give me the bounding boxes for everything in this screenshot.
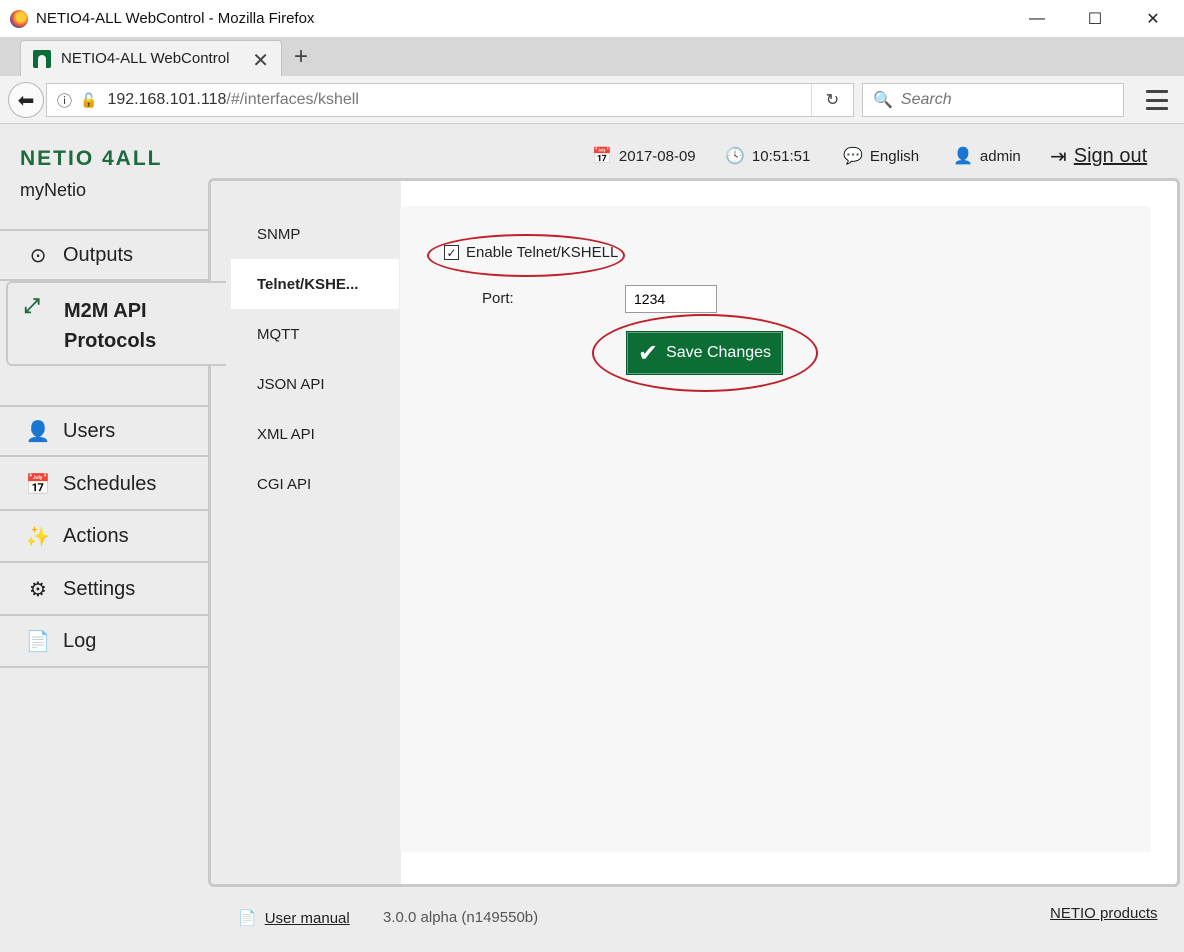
version-text: 3.0.0 alpha (n149550b): [383, 909, 538, 926]
menu-icon[interactable]: [1146, 90, 1168, 110]
date-text: 2017-08-09: [618, 147, 696, 165]
subnav-xml-api[interactable]: XML API: [231, 409, 399, 459]
sidebar-label-log: Log: [63, 629, 97, 652]
save-changes-button[interactable]: ✔ Save Changes: [626, 331, 783, 375]
telnet-settings-form: ✓ Enable Telnet/KSHELL Port: ✔ Save Chan…: [400, 206, 1151, 852]
window-titlebar: NETIO4-ALL WebControl - Mozilla Firefox …: [0, 0, 1184, 37]
sidebar-label-actions: Actions: [63, 524, 129, 547]
sidebar-item-actions[interactable]: ✨ Actions: [0, 511, 208, 563]
sidebar-item-users[interactable]: 👤 Users: [0, 405, 208, 457]
sidebar-item-outputs[interactable]: ⊙ Outputs: [0, 229, 208, 281]
time-text: 10:51:51: [751, 147, 811, 165]
calendar-icon: 📅: [25, 473, 51, 496]
clock-icon: 🕓: [725, 148, 745, 165]
sign-out-icon[interactable]: ⇥: [1050, 144, 1067, 169]
subnav-cgi-api[interactable]: CGI API: [231, 459, 399, 509]
window-title: NETIO4-ALL WebControl - Mozilla Firefox: [36, 10, 315, 27]
close-tab-icon[interactable]: ✕: [252, 48, 269, 73]
enable-telnet-label[interactable]: Enable Telnet/KSHELL: [466, 244, 618, 261]
port-label: Port:: [482, 290, 514, 307]
url-bar[interactable]: ⓘ 🔓 192.168.101.118/#/interfaces/kshell …: [46, 83, 854, 117]
page: NETIO 4ALL myNetio 📅 2017-08-09 🕓 10:51:…: [0, 125, 1184, 952]
new-tab-button[interactable]: +: [294, 43, 308, 71]
tab-title: NETIO4-ALL WebControl: [61, 50, 230, 67]
sidebar-item-schedules[interactable]: 📅 Schedules: [0, 459, 208, 511]
sidebar-item-log[interactable]: 📄 Log: [0, 616, 208, 668]
netio-favicon-icon: [33, 49, 51, 68]
device-name: myNetio: [20, 180, 87, 200]
header-time: 🕓 10:51:51: [725, 141, 810, 171]
search-bar[interactable]: 🔍: [862, 83, 1124, 117]
sidebar-item-m2m-api[interactable]: ⤢ M2M API Protocols: [6, 281, 226, 366]
search-icon: 🔍: [873, 92, 893, 109]
user-menu[interactable]: 👤 admin: [953, 141, 1021, 171]
sign-out-link[interactable]: Sign out: [1074, 145, 1147, 168]
version-label: 3.0.0 alpha (n149550b): [383, 909, 539, 926]
sidebar-item-settings[interactable]: ⚙ Settings: [0, 564, 208, 616]
tab-strip: NETIO4-ALL WebControl ✕ +: [0, 37, 1184, 76]
sidebar-label-m2m-line2: Protocols: [64, 330, 157, 352]
speech-bubble-icon: 💬: [843, 148, 863, 165]
language-text[interactable]: English: [870, 148, 919, 165]
url-host: 192.168.101.118: [107, 91, 227, 108]
sidebar-label-users: Users: [63, 419, 116, 442]
subnav-json-api[interactable]: JSON API: [231, 359, 399, 409]
checkmark-icon: ✔: [637, 339, 659, 367]
m2m-link-icon: ⤢: [24, 295, 40, 317]
brand-logo[interactable]: NETIO 4ALL: [20, 147, 163, 171]
info-icon[interactable]: ⓘ: [57, 90, 72, 111]
netio-products-link[interactable]: NETIO products: [1050, 905, 1158, 922]
socket-icon: ⊙: [29, 244, 47, 267]
maximize-button[interactable]: ☐: [1066, 0, 1124, 37]
header-date: 📅 2017-08-09: [592, 141, 696, 171]
url-text[interactable]: 192.168.101.118/#/interfaces/kshell: [107, 91, 358, 109]
subnav-telnet-kshell[interactable]: Telnet/KSHE...: [231, 259, 399, 309]
browser-tab[interactable]: NETIO4-ALL WebControl ✕: [20, 40, 282, 76]
protocol-subnav: SNMP Telnet/KSHE... MQTT JSON API XML AP…: [211, 181, 401, 884]
sidebar-label-outputs: Outputs: [63, 243, 134, 266]
netio-products-text[interactable]: NETIO products: [1050, 905, 1158, 922]
enable-telnet-row[interactable]: ✓ Enable Telnet/KSHELL: [444, 244, 618, 261]
enable-telnet-checkbox[interactable]: ✓: [444, 245, 459, 260]
user-manual-link[interactable]: 📄 User manual: [238, 909, 350, 928]
sidebar-label-m2m-line1: M2M API: [64, 300, 147, 322]
sidebar-label-settings: Settings: [63, 577, 136, 600]
user-icon: 👤: [953, 148, 973, 165]
document-icon: 📄: [238, 910, 257, 927]
url-path: /#/interfaces/kshell: [226, 91, 359, 108]
user-text[interactable]: admin: [980, 148, 1021, 165]
user-manual-text[interactable]: User manual: [265, 910, 350, 927]
user-icon: 👤: [25, 420, 51, 443]
back-button[interactable]: ⬅: [8, 82, 44, 118]
firefox-logo-icon: [10, 9, 28, 28]
port-input[interactable]: [625, 285, 717, 313]
reload-icon[interactable]: ↻: [811, 84, 853, 116]
navigation-bar: ⬅ ⓘ 🔓 192.168.101.118/#/interfaces/kshel…: [0, 76, 1184, 124]
close-window-button[interactable]: ✕: [1124, 0, 1182, 37]
content-panel: SNMP Telnet/KSHE... MQTT JSON API XML AP…: [208, 178, 1180, 887]
gear-icon: ⚙: [29, 578, 47, 601]
sidebar-label-schedules: Schedules: [63, 472, 157, 495]
magic-wand-icon: ✨: [25, 525, 51, 548]
document-icon: 📄: [25, 630, 51, 653]
search-input[interactable]: [900, 91, 1101, 109]
insecure-lock-icon[interactable]: 🔓: [80, 92, 97, 109]
subnav-snmp[interactable]: SNMP: [231, 209, 399, 259]
sign-out-button[interactable]: ⇥ Sign out: [1050, 141, 1147, 171]
minimize-button[interactable]: —: [1008, 0, 1066, 37]
subnav-mqtt[interactable]: MQTT: [231, 309, 399, 359]
save-changes-label: Save Changes: [666, 344, 772, 361]
calendar-icon: 📅: [592, 148, 612, 165]
language-selector[interactable]: 💬 English: [843, 141, 919, 171]
